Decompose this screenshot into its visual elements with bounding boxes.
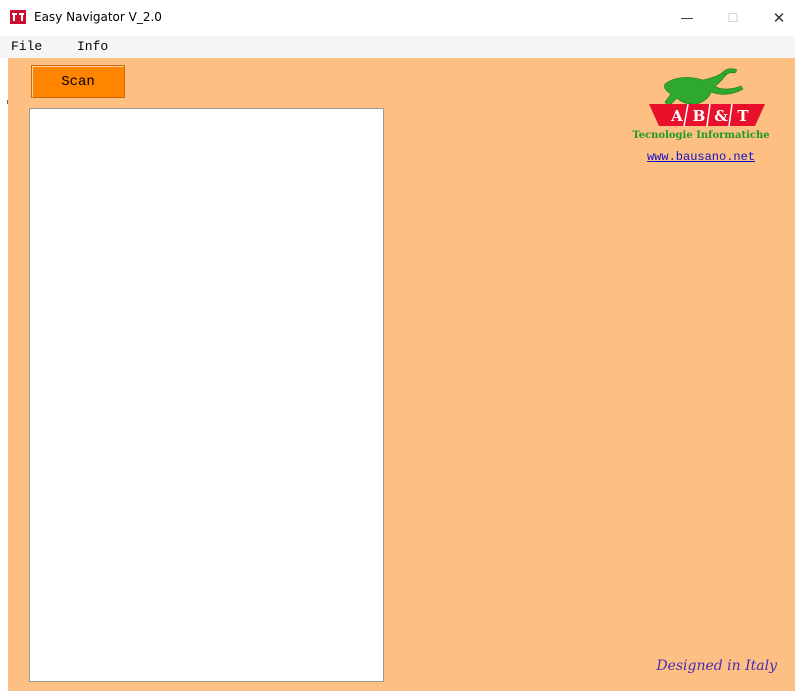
maximize-icon: ☐: [727, 11, 739, 25]
logo-letter-t: T: [737, 107, 749, 125]
logo-letter-b: B: [693, 107, 706, 125]
close-icon: ✕: [772, 9, 786, 27]
title-bar: Easy Navigator V_2.0 — ☐ ✕: [0, 0, 803, 36]
maximize-button[interactable]: ☐: [710, 0, 756, 36]
menu-item-file[interactable]: File: [11, 39, 42, 54]
logo-subtitle: Tecnologie Informatiche: [632, 130, 770, 141]
results-list[interactable]: [29, 108, 384, 682]
menu-bar: File Info: [0, 36, 795, 58]
logo-letter-amp: &: [714, 107, 728, 125]
horse-logo-icon: [664, 68, 744, 111]
website-link[interactable]: www.bausano.net: [616, 150, 786, 164]
scan-button[interactable]: Scan: [31, 65, 125, 98]
window-title: Easy Navigator V_2.0: [34, 10, 162, 24]
minimize-button[interactable]: —: [664, 0, 710, 36]
footer-designed-in-italy: Designed in Italy: [656, 658, 777, 674]
minimize-icon: —: [680, 10, 694, 26]
main-panel: Scan A B & T Tecnologie Informatiche www…: [8, 58, 795, 691]
close-button[interactable]: ✕: [756, 0, 802, 36]
app-icon: [10, 10, 26, 24]
logo-letter-a: A: [670, 107, 683, 125]
menu-item-info[interactable]: Info: [77, 39, 108, 54]
